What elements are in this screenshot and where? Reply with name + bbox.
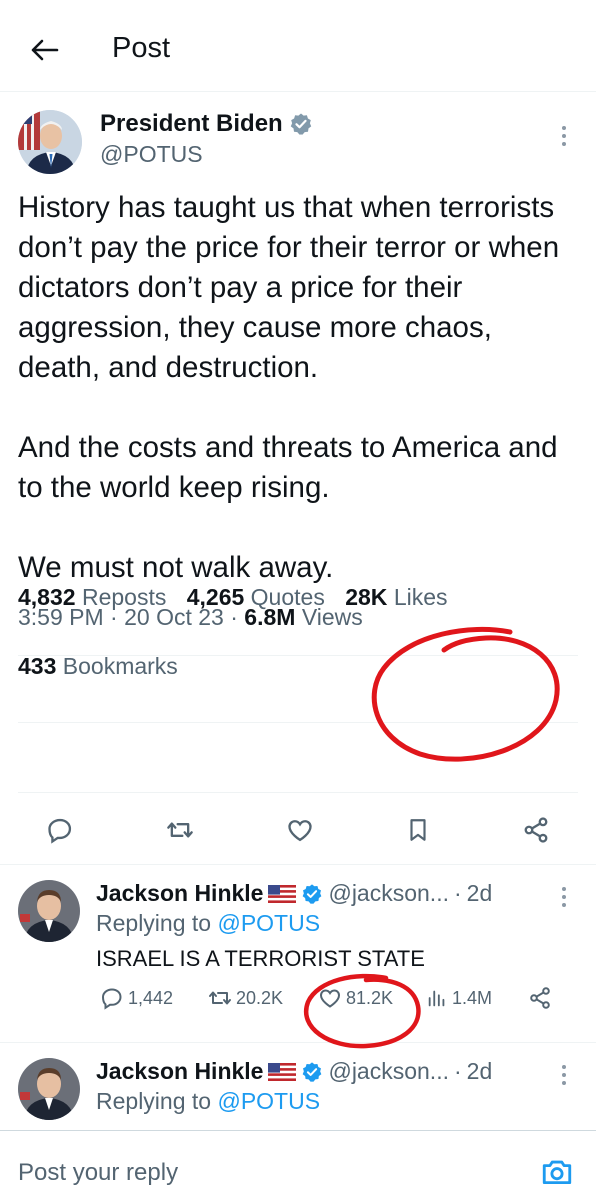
page-title: Post bbox=[112, 32, 171, 64]
likes-stat[interactable]: 28K Likes bbox=[345, 584, 447, 611]
repost-icon bbox=[209, 991, 231, 1005]
bookmark-icon bbox=[410, 819, 426, 841]
reply-age: 2d bbox=[466, 1058, 493, 1084]
replying-prefix: Replying to bbox=[96, 1088, 212, 1114]
divider bbox=[18, 792, 578, 793]
post-text: History has taught us that when terroris… bbox=[18, 188, 578, 588]
post-paragraph: We must not walk away. bbox=[18, 551, 334, 584]
more-vertical-icon[interactable] bbox=[560, 886, 568, 908]
reply-author-handle[interactable]: @jackson... bbox=[328, 1058, 449, 1085]
reply-author-handle[interactable]: @jackson... bbox=[328, 880, 449, 907]
back-arrow-icon bbox=[31, 39, 59, 61]
reply-like-button[interactable]: 81.2K bbox=[318, 984, 393, 1012]
reply-comment-button[interactable]: 1,442 bbox=[100, 984, 173, 1012]
reply-share-button[interactable] bbox=[528, 984, 552, 1012]
reposts-label: Reposts bbox=[81, 584, 167, 610]
quotes-count: 4,265 bbox=[186, 584, 245, 610]
reply-views-count: 1.4M bbox=[452, 987, 493, 1008]
replying-to: Replying to @POTUS bbox=[96, 910, 320, 937]
top-bar: Post bbox=[0, 0, 596, 92]
likes-label: Likes bbox=[393, 584, 448, 610]
bookmarks-count: 433 bbox=[18, 653, 57, 679]
divider bbox=[18, 722, 578, 723]
reply-age: 2d bbox=[466, 880, 493, 906]
divider bbox=[0, 1042, 596, 1043]
reply-input[interactable]: Post your reply bbox=[18, 1159, 178, 1187]
likes-count: 28K bbox=[345, 584, 388, 610]
replying-to-link[interactable]: @POTUS bbox=[217, 1088, 320, 1114]
avatar-image bbox=[18, 1058, 80, 1120]
reply-author-name[interactable]: Jackson Hinkle bbox=[96, 880, 263, 907]
reply-repost-count: 20.2K bbox=[236, 987, 284, 1008]
like-icon bbox=[319, 989, 341, 1008]
reposts-stat[interactable]: 4,832 Reposts bbox=[18, 584, 166, 611]
verified-badge-icon bbox=[303, 1061, 322, 1082]
like-button[interactable] bbox=[280, 810, 320, 850]
us-flag-icon bbox=[268, 1062, 297, 1081]
reply-icon bbox=[101, 988, 122, 1010]
author-name[interactable]: President Biden bbox=[100, 110, 313, 138]
reply-separator: · bbox=[453, 880, 462, 906]
repost-icon bbox=[167, 822, 193, 838]
reply-button[interactable] bbox=[40, 810, 80, 850]
reposts-count: 4,832 bbox=[18, 584, 76, 610]
more-vertical-icon[interactable] bbox=[560, 124, 568, 148]
reply-text: ISRAEL IS A TERRORIST STATE bbox=[96, 946, 425, 971]
reply-icon bbox=[48, 818, 72, 844]
avatar-image bbox=[18, 880, 80, 942]
bookmark-button[interactable] bbox=[398, 810, 438, 850]
post-action-bar bbox=[0, 810, 596, 866]
verified-badge-icon bbox=[290, 113, 311, 135]
bookmarks-label: Bookmarks bbox=[62, 653, 178, 679]
more-vertical-icon[interactable] bbox=[560, 1064, 568, 1086]
red-annotation-circle bbox=[371, 626, 560, 762]
post-paragraph: And the costs and threats to America and… bbox=[18, 431, 558, 504]
bookmarks-stat[interactable]: 433 Bookmarks bbox=[18, 653, 178, 680]
replying-to: Replying to @POTUS bbox=[96, 1088, 320, 1115]
author-name-text: President Biden bbox=[100, 110, 283, 137]
reply-author-line: Jackson Hinkle @jackson... · 2d bbox=[96, 1058, 492, 1085]
reply-like-count: 81.2K bbox=[346, 987, 394, 1008]
views-icon bbox=[428, 990, 445, 1007]
divider bbox=[0, 864, 596, 865]
quotes-label: Quotes bbox=[250, 584, 325, 610]
replying-prefix: Replying to bbox=[96, 910, 212, 936]
replying-to-link[interactable]: @POTUS bbox=[217, 910, 320, 936]
quotes-stat[interactable]: 4,265 Quotes bbox=[187, 584, 325, 611]
like-icon bbox=[288, 820, 312, 842]
us-flag-icon bbox=[268, 884, 297, 903]
engagement-stats: 4,832 Reposts 4,265 Quotes 28K Likes bbox=[18, 584, 462, 611]
post-paragraph: History has taught us that when terroris… bbox=[18, 191, 560, 384]
back-button[interactable] bbox=[26, 32, 62, 68]
reply-comment-count: 1,442 bbox=[128, 987, 174, 1008]
camera-icon[interactable] bbox=[540, 1155, 574, 1189]
author-avatar[interactable] bbox=[18, 110, 82, 174]
reply-separator: · bbox=[453, 1058, 462, 1084]
repost-button[interactable] bbox=[160, 810, 200, 850]
avatar-image bbox=[18, 110, 82, 174]
reply-avatar[interactable] bbox=[18, 880, 80, 942]
share-icon bbox=[530, 987, 550, 1009]
reply-author-name[interactable]: Jackson Hinkle bbox=[96, 1058, 263, 1085]
verified-badge-icon bbox=[303, 883, 322, 904]
reply-views-button[interactable]: 1.4M bbox=[426, 984, 492, 1012]
reply-avatar[interactable] bbox=[18, 1058, 80, 1120]
reply-composer[interactable]: Post your reply bbox=[0, 1130, 596, 1200]
share-button[interactable] bbox=[516, 810, 556, 850]
reply-author-line: Jackson Hinkle @jackson... · 2d bbox=[96, 880, 492, 907]
reply-repost-button[interactable]: 20.2K bbox=[208, 984, 283, 1012]
author-handle[interactable]: @POTUS bbox=[100, 141, 203, 168]
share-icon bbox=[524, 817, 548, 843]
